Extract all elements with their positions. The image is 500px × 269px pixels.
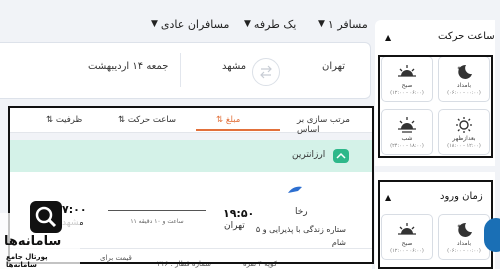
tile-range: (۲۴:۰۰ - ۱۸:۰۰) [390,143,424,149]
sort-option-capacity[interactable]: ⇅ ظرفیت [46,115,82,125]
sort-bar: مرتب سازی بر اساس ⇅ مبلغ ⇅ ساعت حرکت ⇅ ظ… [10,108,372,135]
arrival-tile-morning[interactable]: صبح (۱۲:۰۰ - ۰۶:۰۰) [381,214,433,260]
trip-type-select[interactable]: ▼ یک طرفه [244,18,296,31]
site-logo: سامانه‌ها پورتال جامع سامانه‌ها [0,199,80,269]
airline-logo-icon [288,186,302,193]
tile-label: شب [401,135,413,142]
price-label: قیمت برای [100,254,132,262]
logo-subtext: پورتال جامع سامانه‌ها [6,253,48,269]
sort-option-departure[interactable]: ⇅ ساعت حرکت [118,115,176,125]
sort-icon: ⇅ [46,115,56,125]
passengers-label: ۱ مسافر [327,18,368,31]
departure-tile-afternoon[interactable]: بعدازظهر (۱۸:۰۰ - ۱۲:۰۰) [438,109,490,155]
destination-field[interactable]: مشهد [222,61,246,72]
moon-icon [457,64,472,79]
logo-icon [30,201,62,233]
arrival-time-title: زمان ورود [440,191,483,202]
cabin-label: مسافران عادی [160,18,230,31]
chevron-up-icon[interactable]: ▲ [385,193,391,202]
coach-type: کوپه ۴ نفره [243,260,277,268]
sunrise-icon [398,223,416,235]
sun-icon [456,117,472,133]
swap-icon [260,65,272,79]
tile-range: (۱۲:۰۰ - ۰۶:۰۰) [390,248,424,254]
tile-label: صبح [401,240,413,247]
cheapest-badge-row: ارزانترین [10,140,372,172]
search-box: جمعه ۱۴ اردیبهشت مشهد تهران [0,42,371,99]
tile-label: صبح [401,82,413,89]
sort-option-label: ساعت حرکت [127,115,176,125]
tag-icon [333,149,349,163]
sort-option-price[interactable]: ⇅ مبلغ [216,115,240,125]
cabin-select[interactable]: ▼ مسافران عادی [151,18,229,31]
divider [180,53,181,87]
sort-label: مرتب سازی بر اساس [297,115,350,135]
chevron-down-icon: ▼ [244,19,251,29]
tile-range: (۰۶:۰۰ - ۰۰:۰۰) [447,90,481,96]
tile-range: (۱۸:۰۰ - ۱۲:۰۰) [447,143,481,149]
tile-label: بامداد [456,240,472,247]
divider [375,166,495,172]
chevron-down-icon: ▼ [151,19,158,29]
train-number: شماره قطار : ۲۱۶ [157,260,212,268]
support-button[interactable] [484,218,500,252]
trip-type-label: یک طرفه [253,18,297,31]
chevron-down-icon: ▼ [318,19,325,29]
depart-time: ۱۹:۵۰ [223,207,255,220]
hotel-info: ۵ ستاره زندگی با پذیرایی و شام [255,225,346,247]
swap-button[interactable] [252,58,280,86]
sidebar-filters: ساعت حرکت ▲ بامداد (۰۶:۰۰ - ۰۰:۰۰) صبح (… [375,20,495,269]
duration: ۱۱ ساعت و ۱۰ دقیقه [130,218,184,225]
departure-tile-morning[interactable]: صبح (۱۲:۰۰ - ۰۶:۰۰) [381,56,433,102]
tile-range: (۰۶:۰۰ - ۰۰:۰۰) [447,248,481,254]
moon-icon [457,222,472,237]
tile-label: بعدازظهر [452,135,476,142]
cheapest-label: ارزانترین [292,150,326,160]
depart-city: تهران [224,221,245,231]
departure-time-title: ساعت حرکت [438,31,495,42]
passengers-select[interactable]: ▼ ۱ مسافر [318,18,368,31]
tile-range: (۱۲:۰۰ - ۰۶:۰۰) [390,90,424,96]
tile-label: بامداد [456,82,472,89]
departure-tile-night[interactable]: شب (۲۴:۰۰ - ۱۸:۰۰) [381,109,433,155]
origin-field[interactable]: تهران [322,61,345,72]
sort-icon: ⇅ [118,115,128,125]
active-sort-indicator [196,129,280,131]
arrival-tile-dawn[interactable]: بامداد (۰۶:۰۰ - ۰۰:۰۰) [438,214,490,260]
chevron-up-icon[interactable]: ▲ [385,33,391,42]
sort-option-label: مبلغ [225,115,241,125]
logo-text: سامانه‌ها [4,234,62,249]
sort-icon: ⇅ [216,115,226,125]
date-field[interactable]: جمعه ۱۴ اردیبهشت [88,61,168,72]
sunrise-icon [398,65,416,77]
sunset-icon [398,117,416,133]
route-line [108,210,206,211]
departure-tile-dawn[interactable]: بامداد (۰۶:۰۰ - ۰۰:۰۰) [438,56,490,102]
airline-name: رخا [295,207,308,217]
sort-option-label: ظرفیت [55,115,83,125]
